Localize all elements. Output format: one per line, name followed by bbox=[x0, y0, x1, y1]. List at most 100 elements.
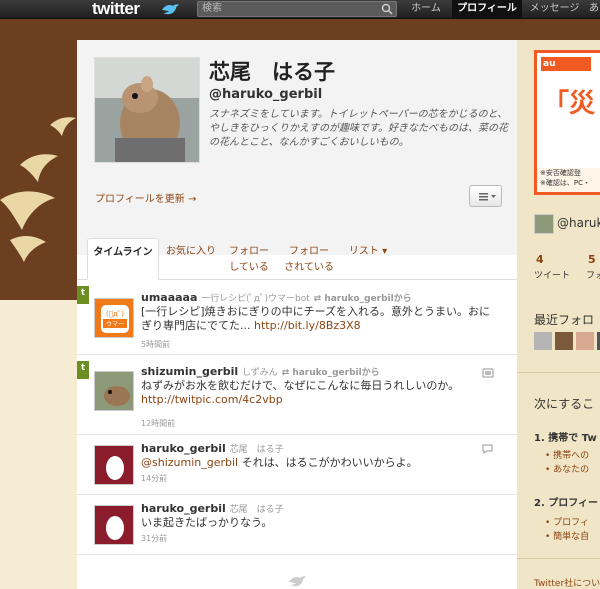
step-1-link-b[interactable]: • あなたの bbox=[545, 462, 589, 475]
following-label: フォ bbox=[586, 271, 600, 281]
tweet-avatar[interactable] bbox=[94, 445, 134, 485]
tab-followers[interactable]: フォロー されている bbox=[279, 238, 339, 280]
tweet-item[interactable]: t shizumin_gerbil しずみん ⇄ haruko_gerbilから… bbox=[77, 355, 517, 435]
main-panel: 芯尾 はる子 @haruko_gerbil スナネズミをしています。トイレットペ… bbox=[77, 40, 517, 589]
profile-avatar[interactable] bbox=[94, 57, 200, 163]
background-birds-decoration bbox=[0, 117, 76, 262]
loading-bird-icon bbox=[289, 576, 306, 587]
tweet-user[interactable]: shizumin_gerbil bbox=[141, 365, 238, 378]
tweet-timestamp[interactable]: 31分前 bbox=[141, 533, 167, 544]
ad-logo: au bbox=[541, 57, 591, 71]
sidebar-handle[interactable]: @haruk bbox=[557, 216, 600, 230]
bird-icon bbox=[162, 4, 179, 15]
tweets-label: ツイート bbox=[534, 271, 571, 281]
search-input[interactable]: 検索 bbox=[197, 1, 397, 17]
tweet-user[interactable]: haruko_gerbil bbox=[141, 502, 226, 515]
tweets-count[interactable]: 4 bbox=[536, 253, 544, 266]
svg-text:(ﾟдﾟ): (ﾟдﾟ) bbox=[106, 310, 124, 318]
tweet-timestamp[interactable]: 5時間前 bbox=[141, 339, 170, 350]
advertisement-banner[interactable]: au 「災 ※安否確認登 ※確認は、PC・ bbox=[534, 50, 600, 195]
profile-header: 芯尾 はる子 @haruko_gerbil スナネズミをしています。トイレットペ… bbox=[77, 40, 517, 255]
tweet-username[interactable]: umaaaaa 一行レシピ(ﾟдﾟ)ウマーbot ⇄ haruko_gerbil… bbox=[141, 291, 412, 304]
step-1-link-a-label: 携帯への bbox=[553, 451, 590, 461]
tweet-item[interactable]: haruko_gerbil 芯尾 はる子 いま起きたばっかりなう。 31分前 bbox=[77, 495, 517, 555]
retweet-icon: ⇄ bbox=[313, 294, 325, 304]
tab-lists-label: リスト ▾ bbox=[348, 246, 388, 257]
tweet-timestamp[interactable]: 12時間前 bbox=[141, 418, 175, 429]
tab-favorites-label: お気に入り bbox=[166, 246, 216, 257]
tweet-link[interactable]: http://twitpic.com/4c2vbp bbox=[141, 393, 501, 407]
tab-followers-sub: されている bbox=[284, 262, 334, 273]
tab-following-label: フォロー bbox=[229, 246, 269, 257]
sidebar-divider bbox=[517, 372, 600, 373]
tab-timeline[interactable]: タイムライン bbox=[87, 238, 159, 280]
ad-footer-line: ※安否確認登 bbox=[540, 169, 581, 177]
follower-avatar[interactable] bbox=[555, 332, 573, 350]
profile-tabs: タイムライン お気に入り フォロー している フォロー されている リスト ▾ bbox=[77, 238, 517, 280]
tweet-text: いま起きたばっかりなう。 bbox=[141, 516, 501, 530]
retweet-badge: t bbox=[77, 286, 89, 304]
nav-messages[interactable]: メッセージ bbox=[527, 0, 582, 19]
tweet-body: それは、はるこがかわいいからよ。 bbox=[238, 456, 418, 469]
tweet-username[interactable]: haruko_gerbil 芯尾 はる子 bbox=[141, 502, 284, 515]
tab-favorites[interactable]: お気に入り bbox=[163, 238, 219, 280]
tweet-fullname: 芯尾 はる子 bbox=[229, 445, 284, 455]
tweet-text: [一行レシピ]焼きおにぎりの中にチーズを入れる。意外とうまい。おにぎり専門店にで… bbox=[141, 305, 501, 333]
tweet-timestamp[interactable]: 14分前 bbox=[141, 473, 167, 484]
gerbil-avatar-icon bbox=[95, 372, 133, 410]
actions-menu-button[interactable] bbox=[469, 185, 502, 207]
nav-more[interactable]: あ bbox=[588, 0, 600, 19]
tweet-fullname: 芯尾 はる子 bbox=[229, 505, 284, 515]
tweet-item[interactable]: haruko_gerbil 芯尾 はる子 @shizumin_gerbil それ… bbox=[77, 435, 517, 495]
step-2-link-a[interactable]: • プロフィ bbox=[545, 515, 589, 528]
sidebar: au 「災 ※安否確認登 ※確認は、PC・ @haruk 4 ツイート 5 フォ… bbox=[517, 40, 600, 589]
uma-bot-icon: (ﾟдﾟ) ウマー bbox=[101, 305, 129, 333]
nav-home[interactable]: ホーム bbox=[406, 0, 446, 19]
tab-lists[interactable]: リスト ▾ bbox=[343, 238, 393, 280]
tweet-fullname: しずみん bbox=[241, 368, 278, 378]
tab-following[interactable]: フォロー している bbox=[223, 238, 275, 280]
search-icon[interactable] bbox=[381, 3, 393, 15]
tweet-link[interactable]: http://bit.ly/8Bz3X8 bbox=[254, 319, 361, 332]
tweet-user[interactable]: haruko_gerbil bbox=[141, 442, 226, 455]
ad-footer-line: ※確認は、PC・ bbox=[540, 179, 590, 187]
step-2-link-a-label: プロフィ bbox=[553, 518, 589, 528]
background-pattern bbox=[0, 300, 78, 589]
ad-headline: 「災 bbox=[543, 89, 596, 119]
follower-avatar[interactable] bbox=[534, 332, 552, 350]
step-2-link-b[interactable]: • 簡単な自 bbox=[545, 529, 589, 542]
display-name: 芯尾 はる子 bbox=[209, 60, 335, 84]
tweet-fullname: 一行レシピ(ﾟдﾟ)ウマーbot bbox=[201, 294, 310, 304]
top-bar: twitter 検索 ホーム プロフィール メッセージ あ bbox=[0, 0, 600, 19]
twitter-logo[interactable]: twitter bbox=[92, 0, 140, 18]
gerbil-photo-icon bbox=[95, 58, 199, 162]
tweet-username[interactable]: shizumin_gerbil しずみん ⇄ haruko_gerbilから bbox=[141, 365, 380, 378]
sidebar-divider bbox=[517, 558, 600, 559]
egg-avatar-icon bbox=[106, 516, 124, 540]
tweet-avatar[interactable] bbox=[94, 505, 134, 545]
nav-profile[interactable]: プロフィール bbox=[452, 0, 522, 19]
tweet-avatar[interactable] bbox=[94, 371, 134, 411]
tweet-body: いま起きたばっかりなう。 bbox=[141, 516, 273, 529]
tab-timeline-label: タイムライン bbox=[93, 247, 153, 258]
tweet-mention[interactable]: @shizumin_gerbil bbox=[141, 456, 238, 469]
recent-followers-heading: 最近フォロ bbox=[534, 313, 595, 327]
step-1-link-a[interactable]: • 携帯への bbox=[545, 448, 589, 461]
footer-about-link[interactable]: Twitter社につい bbox=[534, 576, 600, 589]
photo-icon[interactable] bbox=[482, 368, 494, 378]
following-count[interactable]: 5 bbox=[588, 253, 596, 266]
profile-bio: スナネズミをしています。トイレットペーパーの芯をかじるのと、やしきをひっくりかえ… bbox=[209, 109, 508, 148]
tweet-username[interactable]: haruko_gerbil 芯尾 はる子 bbox=[141, 442, 284, 455]
update-profile-link[interactable]: プロフィールを更新 → bbox=[95, 190, 196, 205]
tab-followers-label: フォロー bbox=[289, 246, 329, 257]
tweet-item[interactable]: t (ﾟдﾟ) ウマー umaaaaa 一行レシピ(ﾟдﾟ)ウマーbot ⇄ h… bbox=[77, 280, 517, 355]
tweet-user[interactable]: umaaaaa bbox=[141, 291, 197, 304]
step-1-link-b-label: あなたの bbox=[553, 465, 590, 475]
tweet-body: ねずみがお水を飲むだけで、なぜにこんなに毎日うれしいのか。 bbox=[141, 379, 460, 392]
retweet-from: haruko_gerbilから bbox=[324, 294, 412, 304]
reply-icon[interactable] bbox=[482, 444, 493, 454]
follower-avatar[interactable] bbox=[576, 332, 594, 350]
sidebar-avatar[interactable] bbox=[534, 214, 554, 234]
tweet-avatar[interactable]: (ﾟдﾟ) ウマー bbox=[94, 298, 134, 338]
tweet-text: ねずみがお水を飲むだけで、なぜにこんなに毎日うれしいのか。 http://twi… bbox=[141, 379, 501, 407]
